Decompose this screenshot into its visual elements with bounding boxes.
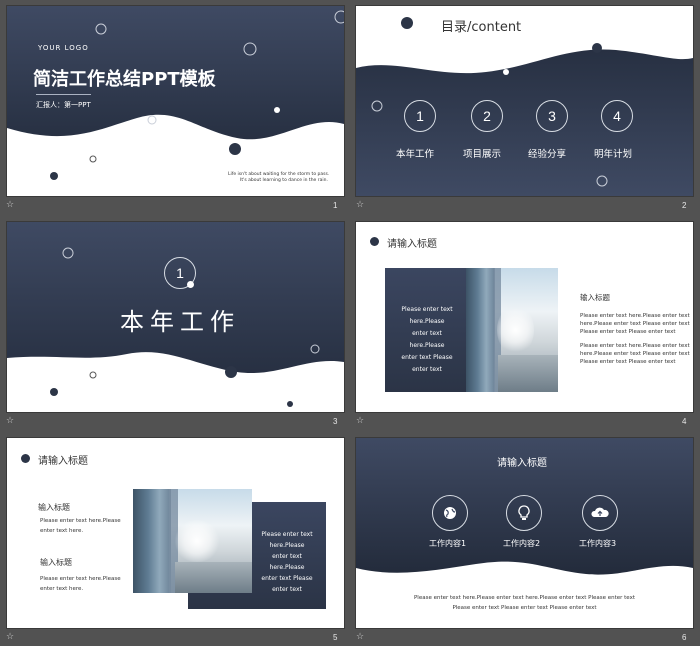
toc-item-label-3: 经验分享: [528, 149, 567, 160]
star-icon[interactable]: ☆: [6, 200, 14, 210]
para-line: Please enter text here.Please: [40, 576, 121, 582]
slide-title: 请输入标题: [387, 239, 437, 250]
slide-4-thumbnail[interactable]: 请输入标题 Please enter text here.Please ente…: [356, 222, 693, 412]
para-line: Please enter text Please enter text: [580, 329, 676, 335]
toc-number-3: 3: [536, 100, 568, 132]
box-text-line: here.Please: [269, 564, 305, 571]
footer-line-2: Please enter text Please enter text Plea…: [452, 605, 597, 611]
slide-number: 2: [682, 201, 687, 210]
para-line: enter text here.: [40, 586, 84, 592]
title-bullet: [370, 237, 379, 246]
paragraph-1: Please enter text here.Please enter text…: [580, 312, 690, 336]
box-text-line: here.Please: [409, 342, 445, 349]
slide-1-thumbnail[interactable]: YOUR LOGO 简洁工作总结PPT模板 汇报人：第一PPT Life isn…: [7, 6, 344, 196]
box-text-line: enter text Please: [261, 575, 313, 582]
logo-text: YOUR LOGO: [38, 44, 89, 52]
star-icon[interactable]: ☆: [6, 632, 14, 642]
footer-line-1: Please enter text here.Please enter text…: [413, 595, 635, 601]
reporter-text: 汇报人：第一PPT: [36, 101, 91, 109]
para-line: Please enter text Please enter text: [580, 359, 676, 365]
slide-3-thumbnail[interactable]: 1 本年工作: [7, 222, 344, 412]
slide-title: 请输入标题: [497, 458, 547, 469]
work-item-label-2: 工作内容2: [503, 539, 541, 548]
para-line: Please enter text here.Please enter text: [580, 313, 690, 319]
slide-title: 请输入标题: [38, 456, 88, 467]
box-text-line: here.Please: [409, 318, 445, 325]
cloud-upload-icon: [582, 495, 618, 531]
tagline-line-2: It's about learning to dance in the rain…: [240, 178, 328, 183]
toc-number-4: 4: [601, 100, 633, 132]
box-text-line: here.Please: [269, 542, 305, 549]
work-item-label-3: 工作内容3: [579, 539, 617, 548]
para-line: Please enter text here.Please: [40, 518, 121, 524]
section-title: 本年工作: [120, 308, 240, 336]
lightbulb-icon: [506, 495, 542, 531]
box-text-line: Please enter text: [261, 531, 313, 538]
subtitle-1-text: Please enter text here.Please enter text…: [40, 516, 121, 536]
star-icon[interactable]: ☆: [356, 632, 364, 642]
toc-number-1: 1: [404, 100, 436, 132]
text-box: Please enter text here.Please enter text…: [385, 268, 469, 392]
slide-2-background: [356, 17, 693, 196]
city-photo: [133, 489, 252, 593]
footer-text: Please enter text here.Please enter text…: [356, 593, 693, 613]
star-icon[interactable]: ☆: [356, 416, 364, 426]
slide-5-thumbnail[interactable]: 请输入标题 输入标题 Please enter text here.Please…: [7, 438, 344, 628]
para-line: here.Please enter text Please enter text: [580, 351, 690, 357]
paragraph-2: Please enter text here.Please enter text…: [580, 342, 690, 366]
title-bullet: [21, 454, 30, 463]
box-text-line: enter text: [412, 330, 442, 337]
box-text-line: enter text: [272, 553, 302, 560]
slide-number: 1: [333, 201, 338, 210]
toc-item-label-2: 项目展示: [463, 149, 502, 160]
toc-item-label-4: 明年计划: [594, 149, 633, 160]
slide-number: 6: [682, 633, 687, 642]
subtitle-1: 输入标题: [38, 503, 70, 512]
slide-6-thumbnail[interactable]: 请输入标题 工作内容1 工作内容2 工作内容3 Please enter tex…: [356, 438, 693, 628]
star-icon[interactable]: ☆: [356, 200, 364, 210]
section-dot: [187, 281, 194, 288]
slide-title: 简洁工作总结PPT模板: [33, 69, 216, 90]
star-icon[interactable]: ☆: [6, 416, 14, 426]
slide-2-thumbnail[interactable]: 目录/content 1 2 3 4 本年工作 项目展示 经验分享 明年计划: [356, 6, 693, 196]
slide-number: 3: [333, 417, 338, 426]
subtitle: 输入标题: [580, 293, 610, 302]
subtitle-2: 输入标题: [40, 558, 72, 567]
para-line: enter text here.: [40, 528, 84, 534]
globe-icon: [432, 495, 468, 531]
slide-number: 5: [333, 633, 338, 642]
work-item-label-1: 工作内容1: [429, 539, 467, 548]
city-photo: [466, 268, 558, 392]
toc-item-label-1: 本年工作: [396, 149, 435, 160]
box-text-line: enter text: [412, 366, 442, 373]
tagline-line-1: Life isn't about waiting for the storm t…: [228, 172, 330, 177]
title-divider: [36, 94, 91, 95]
toc-number-2: 2: [471, 100, 503, 132]
box-text-line: enter text: [272, 586, 302, 593]
toc-title: 目录/content: [441, 20, 522, 35]
slide-number: 4: [682, 417, 687, 426]
para-line: here.Please enter text Please enter text: [580, 321, 690, 327]
subtitle-2-text: Please enter text here.Please enter text…: [40, 574, 121, 594]
box-text-line: enter text Please: [401, 354, 453, 361]
para-line: Please enter text here.Please enter text: [580, 343, 690, 349]
box-text-line: Please enter text: [401, 306, 453, 313]
